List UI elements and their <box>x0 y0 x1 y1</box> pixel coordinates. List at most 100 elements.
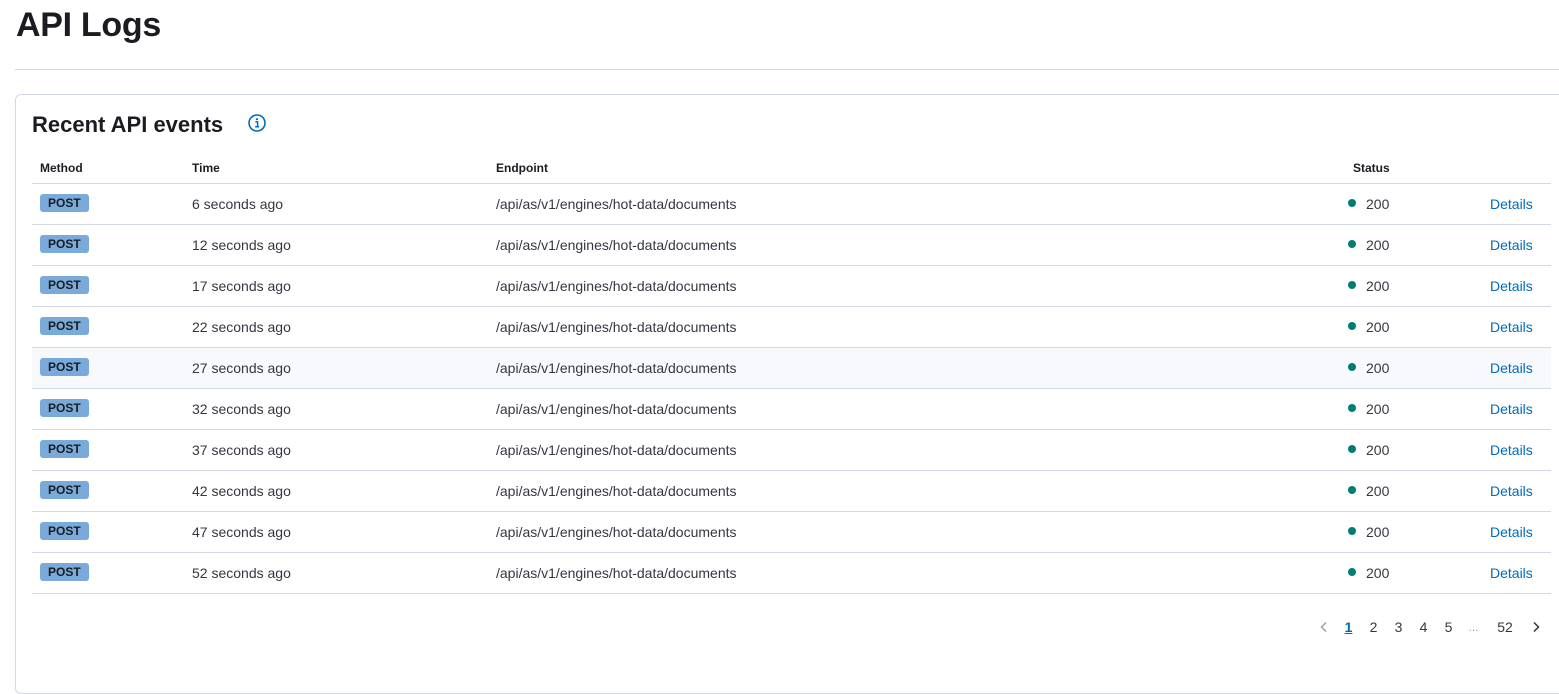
method-cell: POST <box>40 553 89 593</box>
status-cell: 200 <box>1348 184 1389 224</box>
action-cell: Details <box>1490 389 1533 429</box>
status-code: 200 <box>1366 483 1390 499</box>
info-icon[interactable] <box>247 113 267 133</box>
status-cell: 200 <box>1348 512 1389 552</box>
action-cell: Details <box>1490 553 1533 593</box>
column-header-status[interactable]: Status <box>1353 161 1390 175</box>
time-cell: 52 seconds ago <box>192 565 291 581</box>
status-dot-icon <box>1348 568 1356 576</box>
action-cell: Details <box>1490 266 1533 306</box>
action-cell: Details <box>1490 225 1533 265</box>
details-link[interactable]: Details <box>1490 442 1533 458</box>
pagination: 12345 ... 52 <box>1312 615 1548 639</box>
table-body: POST 6 seconds ago/api/as/v1/engines/hot-… <box>32 184 1551 594</box>
status-dot-icon <box>1348 445 1356 453</box>
page-link-2[interactable]: 2 <box>1361 615 1386 639</box>
column-header-time[interactable]: Time <box>192 161 220 175</box>
page-link-5[interactable]: 5 <box>1436 615 1461 639</box>
time-cell: 12 seconds ago <box>192 237 291 253</box>
table-header: Method Time Endpoint Status <box>32 151 1551 184</box>
status-dot-icon <box>1348 281 1356 289</box>
endpoint-cell: /api/as/v1/engines/hot-data/documents <box>496 237 737 253</box>
method-cell: POST <box>40 184 89 224</box>
table-row: POST 42 seconds ago/api/as/v1/engines/hot… <box>32 471 1551 512</box>
details-link[interactable]: Details <box>1490 237 1533 253</box>
method-cell: POST <box>40 307 89 347</box>
chevron-right-icon[interactable] <box>1524 615 1548 639</box>
action-cell: Details <box>1490 348 1533 388</box>
status-code: 200 <box>1366 524 1390 540</box>
action-cell: Details <box>1490 184 1533 224</box>
status-code: 200 <box>1366 360 1390 376</box>
method-badge: POST <box>40 276 89 294</box>
time-cell: 37 seconds ago <box>192 442 291 458</box>
method-badge: POST <box>40 235 89 253</box>
method-badge: POST <box>40 563 89 581</box>
status-dot-icon <box>1348 486 1356 494</box>
method-badge: POST <box>40 440 89 458</box>
method-badge: POST <box>40 358 89 376</box>
status-cell: 200 <box>1348 471 1389 511</box>
endpoint-cell: /api/as/v1/engines/hot-data/documents <box>496 442 737 458</box>
status-cell: 200 <box>1348 266 1389 306</box>
table-row: POST 27 seconds ago/api/as/v1/engines/hot… <box>32 348 1551 389</box>
method-cell: POST <box>40 512 89 552</box>
status-code: 200 <box>1366 319 1390 335</box>
status-cell: 200 <box>1348 553 1389 593</box>
details-link[interactable]: Details <box>1490 319 1533 335</box>
chevron-left-icon[interactable] <box>1312 615 1336 639</box>
status-code: 200 <box>1366 278 1390 294</box>
method-cell: POST <box>40 430 89 470</box>
method-cell: POST <box>40 389 89 429</box>
time-cell: 22 seconds ago <box>192 319 291 335</box>
page-link-3[interactable]: 3 <box>1386 615 1411 639</box>
status-dot-icon <box>1348 199 1356 207</box>
action-cell: Details <box>1490 471 1533 511</box>
method-badge: POST <box>40 399 89 417</box>
action-cell: Details <box>1490 512 1533 552</box>
panel-title: Recent API events <box>32 112 224 137</box>
details-link[interactable]: Details <box>1490 278 1533 294</box>
table-row: POST 22 seconds ago/api/as/v1/engines/hot… <box>32 307 1551 348</box>
details-link[interactable]: Details <box>1490 360 1533 376</box>
api-events-table: Method Time Endpoint Status POST 6 second… <box>32 151 1551 594</box>
method-cell: POST <box>40 266 89 306</box>
status-cell: 200 <box>1348 430 1389 470</box>
column-header-method[interactable]: Method <box>40 161 83 175</box>
details-link[interactable]: Details <box>1490 401 1533 417</box>
status-code: 200 <box>1366 401 1390 417</box>
table-row: POST 17 seconds ago/api/as/v1/engines/hot… <box>32 266 1551 307</box>
page-link-last[interactable]: 52 <box>1486 615 1524 639</box>
page-link-4[interactable]: 4 <box>1411 615 1436 639</box>
endpoint-cell: /api/as/v1/engines/hot-data/documents <box>496 360 737 376</box>
status-code: 200 <box>1366 442 1390 458</box>
table-row: POST 52 seconds ago/api/as/v1/engines/hot… <box>32 553 1551 594</box>
endpoint-cell: /api/as/v1/engines/hot-data/documents <box>496 483 737 499</box>
page-link-1[interactable]: 1 <box>1336 615 1361 639</box>
status-cell: 200 <box>1348 225 1389 265</box>
endpoint-cell: /api/as/v1/engines/hot-data/documents <box>496 319 737 335</box>
pagination-ellipsis: ... <box>1468 620 1479 634</box>
status-dot-icon <box>1348 240 1356 248</box>
page-title: API Logs <box>16 6 161 44</box>
status-code: 200 <box>1366 237 1390 253</box>
details-link[interactable]: Details <box>1490 196 1533 212</box>
status-cell: 200 <box>1348 348 1389 388</box>
column-header-endpoint[interactable]: Endpoint <box>496 161 548 175</box>
endpoint-cell: /api/as/v1/engines/hot-data/documents <box>496 565 737 581</box>
table-row: POST 12 seconds ago/api/as/v1/engines/hot… <box>32 225 1551 266</box>
status-cell: 200 <box>1348 389 1389 429</box>
status-dot-icon <box>1348 322 1356 330</box>
endpoint-cell: /api/as/v1/engines/hot-data/documents <box>496 278 737 294</box>
status-dot-icon <box>1348 363 1356 371</box>
time-cell: 42 seconds ago <box>192 483 291 499</box>
method-cell: POST <box>40 348 89 388</box>
details-link[interactable]: Details <box>1490 565 1533 581</box>
details-link[interactable]: Details <box>1490 483 1533 499</box>
status-code: 200 <box>1366 196 1390 212</box>
details-link[interactable]: Details <box>1490 524 1533 540</box>
method-badge: POST <box>40 194 89 212</box>
time-cell: 27 seconds ago <box>192 360 291 376</box>
time-cell: 6 seconds ago <box>192 196 284 212</box>
endpoint-cell: /api/as/v1/engines/hot-data/documents <box>496 401 737 417</box>
